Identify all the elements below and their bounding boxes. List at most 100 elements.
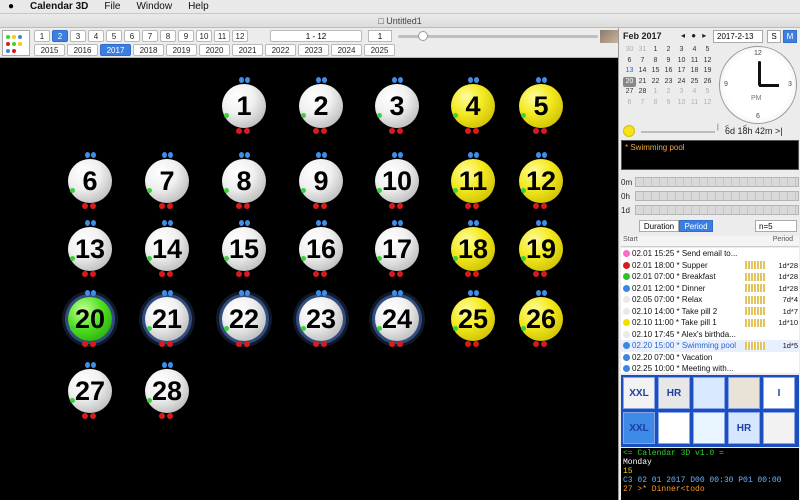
day-ball-6[interactable]: 6 <box>68 152 112 209</box>
cal-day[interactable]: 17 <box>675 66 688 77</box>
day-ball-26[interactable]: 26 <box>519 290 563 347</box>
menu-file[interactable]: File <box>96 1 128 12</box>
day-ball-21[interactable]: 21 <box>145 290 189 347</box>
year-button-2023[interactable]: 2023 <box>298 44 329 56</box>
palette-tile-icon[interactable]: HR <box>728 412 760 444</box>
day-ball-9[interactable]: 9 <box>299 152 343 209</box>
menu-help[interactable]: Help <box>180 1 217 12</box>
event-row[interactable]: 02.05 07:00 * Relax 7d*4 <box>621 294 799 306</box>
year-button-2022[interactable]: 2022 <box>265 44 296 56</box>
day-ball-20[interactable]: 20 <box>68 290 112 347</box>
day-ball-2[interactable]: 2 <box>299 77 343 134</box>
month-button-11[interactable]: 11 <box>214 30 230 42</box>
day-ball-25[interactable]: 25 <box>451 290 495 347</box>
apple-icon[interactable]: ● <box>0 1 22 12</box>
palette-tile-icon[interactable] <box>728 377 760 409</box>
day-ball-10[interactable]: 10 <box>375 152 419 209</box>
month-button-3[interactable]: 3 <box>70 30 86 42</box>
month-button-6[interactable]: 6 <box>124 30 140 42</box>
month-nav[interactable]: ◂ ● ▸ <box>681 31 708 40</box>
cal-day[interactable]: 4 <box>688 45 701 56</box>
cal-day[interactable]: 6 <box>623 56 636 67</box>
year-button-2024[interactable]: 2024 <box>331 44 362 56</box>
event-row[interactable]: 02.25 10:00 * Meeting with... <box>621 363 799 373</box>
year-button-2017[interactable]: 2017 <box>100 44 131 56</box>
note-box[interactable]: * Swimming pool <box>621 140 799 170</box>
event-row[interactable]: 02.01 15:25 * Send email to... <box>621 248 799 260</box>
month-button-12[interactable]: 12 <box>232 30 248 42</box>
cal-day[interactable]: 28 <box>636 87 649 98</box>
cal-day[interactable]: 3 <box>675 45 688 56</box>
cal-day[interactable]: 12 <box>701 98 714 109</box>
event-row[interactable]: 02.20 07:00 * Vacation <box>621 352 799 364</box>
month-button-5[interactable]: 5 <box>106 30 122 42</box>
event-row[interactable]: 02.01 12:00 * Dinner 1d*28 <box>621 283 799 295</box>
month-button-9[interactable]: 9 <box>178 30 194 42</box>
cal-day[interactable]: 7 <box>636 56 649 67</box>
cal-day[interactable]: 23 <box>662 77 675 88</box>
year-button-2016[interactable]: 2016 <box>67 44 98 56</box>
palette-tile-icon[interactable]: I <box>763 377 795 409</box>
month-button-1[interactable]: 1 <box>34 30 50 42</box>
current-field[interactable]: 1 <box>368 30 392 42</box>
day-ball-14[interactable]: 14 <box>145 220 189 277</box>
event-row[interactable]: 02.10 11:00 * Take pill 1 1d*10 <box>621 317 799 329</box>
cal-day[interactable]: 5 <box>701 45 714 56</box>
year-button-2025[interactable]: 2025 <box>364 44 395 56</box>
year-button-2019[interactable]: 2019 <box>166 44 197 56</box>
palette-tile-icon[interactable] <box>693 377 725 409</box>
avatar[interactable] <box>600 30 618 43</box>
view-m-button[interactable]: M <box>783 30 797 43</box>
day-ball-13[interactable]: 13 <box>68 220 112 277</box>
year-button-2018[interactable]: 2018 <box>133 44 164 56</box>
cal-day[interactable]: 10 <box>675 98 688 109</box>
cal-day[interactable]: 21 <box>636 77 649 88</box>
cal-day[interactable]: 22 <box>649 77 662 88</box>
cal-day[interactable]: 11 <box>688 56 701 67</box>
day-ball-4[interactable]: 4 <box>451 77 495 134</box>
cal-day[interactable]: 24 <box>675 77 688 88</box>
cal-day[interactable]: 11 <box>688 98 701 109</box>
day-ball-22[interactable]: 22 <box>222 290 266 347</box>
range-field[interactable]: 1 - 12 <box>270 30 362 42</box>
cal-day[interactable]: 2 <box>662 87 675 98</box>
cal-day[interactable]: 6 <box>623 98 636 109</box>
cal-day[interactable]: 9 <box>662 98 675 109</box>
cal-day[interactable]: 26 <box>701 77 714 88</box>
palette-tile-icon[interactable] <box>763 412 795 444</box>
palette-tile-icon[interactable]: HR <box>658 377 690 409</box>
day-ball-28[interactable]: 28 <box>145 362 189 419</box>
month-button-4[interactable]: 4 <box>88 30 104 42</box>
event-row[interactable]: 02.01 07:00 * Breakfast 1d*28 <box>621 271 799 283</box>
day-ball-23[interactable]: 23 <box>299 290 343 347</box>
day-ball-12[interactable]: 12 <box>519 152 563 209</box>
palette-tile-icon[interactable]: XXL <box>623 412 655 444</box>
cal-day[interactable]: 25 <box>688 77 701 88</box>
day-ball-1[interactable]: 1 <box>222 77 266 134</box>
year-button-2015[interactable]: 2015 <box>34 44 65 56</box>
event-list[interactable]: 02.01 15:25 * Send email to... 02.01 18:0… <box>621 248 799 373</box>
cal-day[interactable]: 7 <box>636 98 649 109</box>
cal-day[interactable]: 3 <box>675 87 688 98</box>
cal-day[interactable]: 19 <box>701 66 714 77</box>
cal-day[interactable]: 9 <box>662 56 675 67</box>
month-button-7[interactable]: 7 <box>142 30 158 42</box>
cal-day[interactable]: 16 <box>662 66 675 77</box>
day-ball-24[interactable]: 24 <box>375 290 419 347</box>
tab-duration[interactable]: Duration <box>639 220 679 232</box>
palette-tile-icon[interactable]: XXL <box>623 377 655 409</box>
event-row[interactable]: 02.01 18:00 * Supper 1d*28 <box>621 260 799 272</box>
day-ball-8[interactable]: 8 <box>222 152 266 209</box>
day-ball-19[interactable]: 19 <box>519 220 563 277</box>
cal-day[interactable]: 8 <box>649 98 662 109</box>
cal-day[interactable]: 5 <box>701 87 714 98</box>
cal-day[interactable]: 2 <box>662 45 675 56</box>
view-s-button[interactable]: S <box>767 30 781 43</box>
year-button-2021[interactable]: 2021 <box>232 44 263 56</box>
cal-day[interactable]: 18 <box>688 66 701 77</box>
year-button-2020[interactable]: 2020 <box>199 44 230 56</box>
month-button-2[interactable]: 2 <box>52 30 68 42</box>
cal-day[interactable]: 1 <box>649 45 662 56</box>
day-slider[interactable] <box>641 131 715 133</box>
n-select[interactable]: n=5 <box>755 220 797 232</box>
